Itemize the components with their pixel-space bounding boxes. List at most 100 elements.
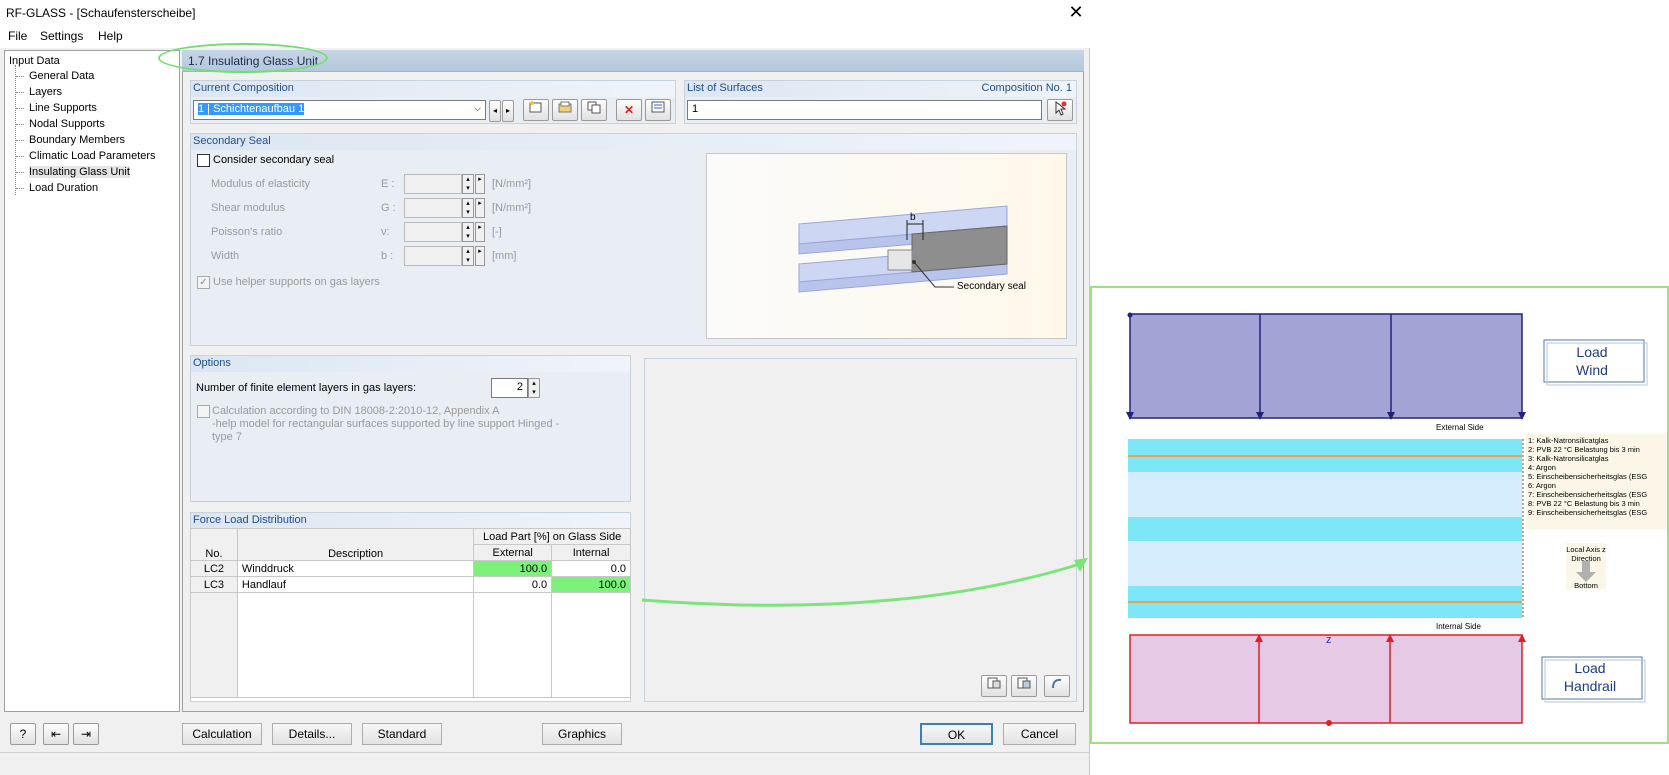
select-surfaces-icon[interactable]	[1047, 99, 1073, 121]
din-calculation-checkbox[interactable]	[197, 405, 210, 418]
composition-select-value: 1 | Schichtenaufbau 1	[198, 103, 305, 115]
table-row[interactable]: LC3 Handlauf 0.0 100.0	[190, 576, 631, 593]
secondary-seal-label: Secondary Seal	[193, 135, 271, 147]
shear-input[interactable]	[404, 198, 462, 218]
tree-item-load-duration[interactable]: Load Duration	[29, 182, 98, 194]
shear-symbol: G :	[381, 202, 396, 214]
preview-panel	[644, 358, 1077, 702]
seal-width-label: b	[910, 212, 916, 223]
export-data-icon[interactable]: ⇥	[73, 723, 99, 745]
poisson-input[interactable]	[404, 222, 462, 242]
poisson-arrow-icon[interactable]: ▸	[475, 222, 485, 242]
previous-composition-button[interactable]: ◂	[489, 100, 501, 122]
row-internal-value[interactable]: 100.0	[551, 576, 631, 593]
import-icon[interactable]	[981, 675, 1007, 697]
legend-item: 2: PVB 22 °C Belastung bis 3 min	[1528, 445, 1640, 454]
modulus-spinner[interactable]: ▴ ▾	[462, 174, 474, 194]
width-input[interactable]	[404, 246, 462, 266]
calculation-button[interactable]: Calculation	[182, 723, 262, 745]
row-description[interactable]: Handlauf	[236, 576, 475, 593]
modulus-arrow-icon[interactable]: ▸	[475, 174, 485, 194]
legend-item: 6: Argon	[1528, 481, 1556, 490]
table-row[interactable]: LC2 Winddruck 100.0 0.0	[190, 560, 631, 577]
modulus-symbol: E :	[381, 178, 395, 190]
row-external-value[interactable]: 100.0	[473, 560, 553, 577]
export-icon[interactable]	[1011, 675, 1037, 697]
din-calculation-line2: -help model for rectangular surfaces sup…	[212, 418, 560, 430]
chevron-down-icon: ⌵	[474, 103, 481, 113]
tree-item-nodal-supports[interactable]: Nodal Supports	[29, 118, 105, 130]
glass-unit-graphic: Load Wind External Side Internal Side 1:…	[1090, 286, 1669, 744]
tree-item-insulating-glass-unit[interactable]: Insulating Glass Unit	[29, 166, 130, 178]
menu-help[interactable]: Help	[98, 29, 123, 43]
fe-layers-input[interactable]: 2	[491, 378, 528, 398]
tree-item-climatic-load[interactable]: Climatic Load Parameters	[29, 150, 156, 162]
modulus-unit: [N/mm²]	[492, 178, 532, 190]
details-button[interactable]: Details...	[272, 723, 352, 745]
poisson-symbol: ν:	[381, 226, 390, 238]
tree-item-general-data[interactable]: General Data	[29, 70, 94, 82]
highlight-ellipse	[158, 43, 328, 73]
shear-spinner[interactable]: ▴ ▾	[462, 198, 474, 218]
fe-layers-spinner[interactable]: ▴ ▾	[528, 378, 540, 398]
standard-button[interactable]: Standard	[362, 723, 442, 745]
delete-composition-icon[interactable]: ✕	[616, 99, 642, 121]
composition-select[interactable]: 1 | Schichtenaufbau 1 ⌵	[193, 100, 486, 120]
reset-icon[interactable]	[1044, 675, 1070, 697]
width-unit: [mm]	[492, 250, 517, 262]
external-side-label: External Side	[1436, 423, 1484, 432]
tree-item-line-supports[interactable]: Line Supports	[29, 102, 97, 114]
window-title: RF-GLASS - [Schaufensterscheibe]	[6, 6, 196, 20]
force-load-table: No. Description Load Part [%] on Glass S…	[190, 528, 631, 698]
legend-item: 3: Kalk-Natronsilicatglas	[1528, 454, 1609, 463]
col-external-header: External	[473, 544, 553, 561]
helper-supports-checkbox[interactable]: ✓	[197, 276, 210, 289]
width-arrow-icon[interactable]: ▸	[475, 246, 485, 266]
modulus-input[interactable]	[404, 174, 462, 194]
shear-label: Shear modulus	[211, 202, 285, 214]
load-part-header: Load Part [%] on Glass Side	[473, 528, 631, 545]
load-handrail-label-2: Handrail	[1563, 678, 1617, 694]
menu-bar: File Settings Help	[0, 26, 1090, 48]
copy-composition-icon[interactable]	[581, 99, 607, 121]
load-handrail-label-1: Load	[1574, 660, 1606, 676]
import-data-icon[interactable]: ⇤	[43, 723, 69, 745]
ok-button[interactable]: OK	[920, 723, 993, 745]
tree-item-boundary-members[interactable]: Boundary Members	[29, 134, 125, 146]
width-spinner[interactable]: ▴ ▾	[462, 246, 474, 266]
internal-side-label: Internal Side	[1436, 622, 1481, 631]
legend-item: 8: PVB 22 °C Belastung bis 3 min	[1528, 499, 1640, 508]
navigator-tree: Input Data General Data Layers Line Supp…	[4, 50, 180, 712]
cancel-button[interactable]: Cancel	[1003, 723, 1076, 745]
composition-list-icon[interactable]	[645, 99, 671, 121]
open-composition-icon[interactable]	[552, 99, 578, 121]
axis-label-2: Direction	[1571, 554, 1601, 563]
z-axis-label: z	[1326, 634, 1332, 646]
graphics-button[interactable]: Graphics	[542, 723, 622, 745]
force-load-label: Force Load Distribution	[193, 514, 307, 526]
help-icon[interactable]: ?	[10, 723, 36, 745]
consider-secondary-seal-checkbox[interactable]	[197, 154, 210, 167]
next-composition-button[interactable]: ▸	[502, 100, 514, 122]
helper-supports-label: Use helper supports on gas layers	[213, 276, 380, 288]
modulus-label: Modulus of elasticity	[211, 178, 311, 190]
new-composition-icon[interactable]	[523, 99, 549, 121]
close-icon[interactable]: ✕	[1062, 0, 1090, 26]
row-external-value[interactable]: 0.0	[473, 576, 553, 593]
load-wind-label-1: Load	[1576, 344, 1608, 360]
options-label: Options	[193, 357, 231, 369]
row-internal-value[interactable]: 0.0	[551, 560, 631, 577]
tree-item-layers[interactable]: Layers	[29, 86, 62, 98]
menu-settings[interactable]: Settings	[40, 29, 83, 43]
axis-label-1: Local Axis z	[1566, 545, 1606, 554]
tree-guide-line	[15, 65, 16, 195]
menu-file[interactable]: File	[8, 29, 27, 43]
shear-arrow-icon[interactable]: ▸	[475, 198, 485, 218]
row-description[interactable]: Winddruck	[236, 560, 475, 577]
legend-item: 9: Einscheibensicherheitsglas (ESG	[1528, 508, 1648, 517]
tree-root-input-data[interactable]: Input Data	[9, 55, 60, 67]
surfaces-input[interactable]: 1	[687, 100, 1042, 120]
current-composition-label: Current Composition	[193, 82, 294, 94]
poisson-spinner[interactable]: ▴ ▾	[462, 222, 474, 242]
composition-number-label: Composition No. 1	[981, 82, 1073, 94]
